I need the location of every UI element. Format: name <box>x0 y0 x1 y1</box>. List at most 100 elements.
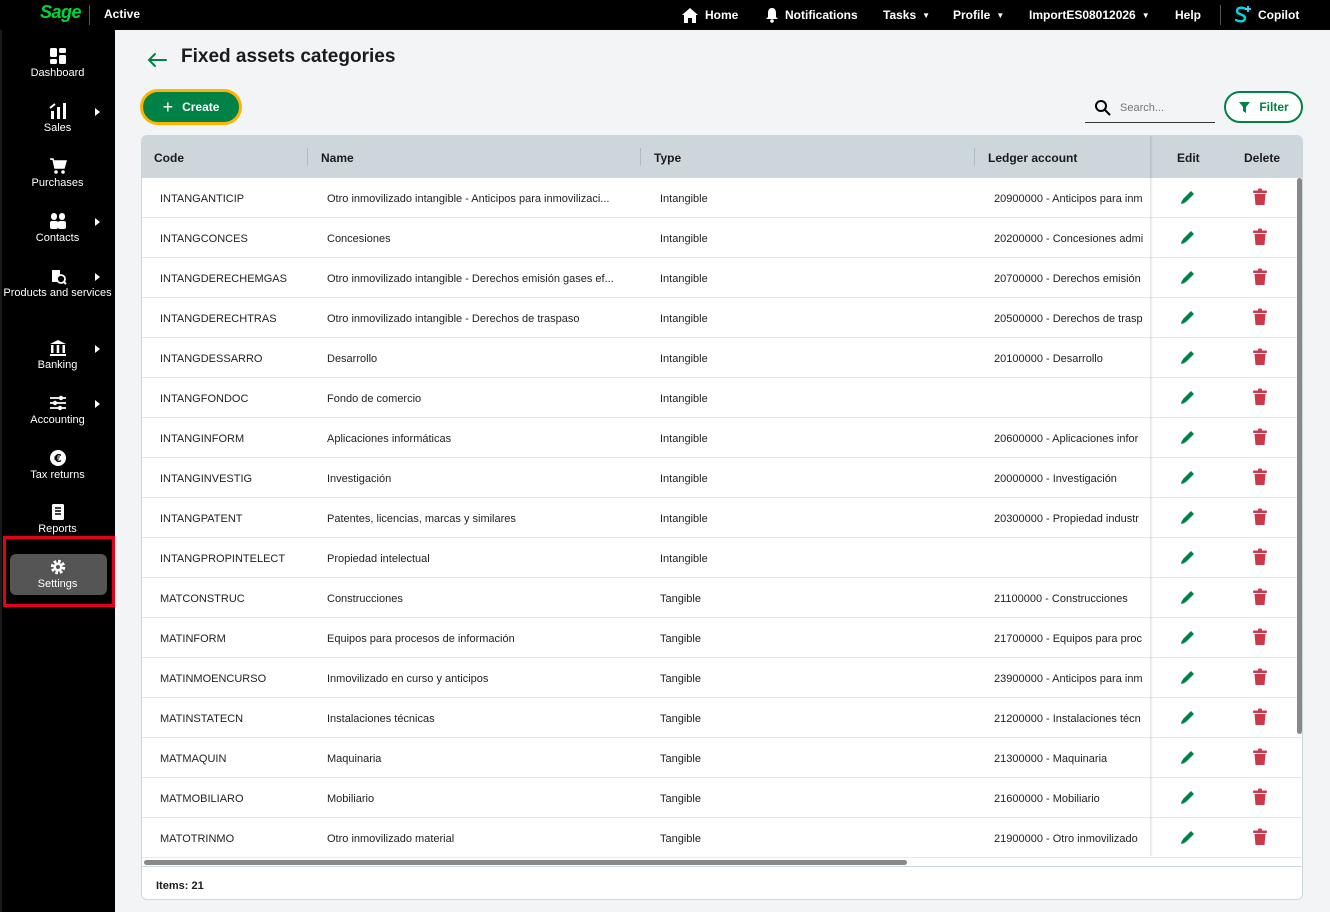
sidebar-item-label: Contacts <box>35 232 80 244</box>
sidebar-item-settings[interactable]: Settings <box>0 558 115 590</box>
delete-trash-icon[interactable] <box>1252 788 1268 806</box>
cart-icon <box>49 158 67 174</box>
table-row[interactable]: MATMAQUIN Maquinaria Tangible 21300000 - Ma… <box>142 738 1302 778</box>
edit-pencil-icon[interactable] <box>1179 548 1197 566</box>
table-row[interactable]: INTANGFONDOC Fondo de comercio Intangible <box>142 378 1302 418</box>
edit-pencil-icon[interactable] <box>1179 628 1197 646</box>
edit-pencil-icon[interactable] <box>1179 708 1197 726</box>
copilot-button[interactable]: Copilot <box>1234 0 1299 30</box>
sidebar-item-contacts[interactable]: Contacts <box>0 212 115 244</box>
edit-pencil-icon[interactable] <box>1179 388 1197 406</box>
delete-trash-icon[interactable] <box>1252 348 1268 366</box>
delete-trash-icon[interactable] <box>1252 468 1268 486</box>
search-field[interactable] <box>1085 93 1215 123</box>
sidebar-item-banking[interactable]: Banking <box>0 339 115 371</box>
delete-trash-icon[interactable] <box>1252 388 1268 406</box>
table-row[interactable]: INTANGDERECHTRAS Otro inmovilizado intang… <box>142 298 1302 338</box>
edit-pencil-icon[interactable] <box>1179 828 1197 846</box>
table-row[interactable]: MATINSTATECN Instalaciones técnicas Tangib… <box>142 698 1302 738</box>
filter-button[interactable]: Filter <box>1224 91 1303 123</box>
delete-trash-icon[interactable] <box>1252 628 1268 646</box>
table-row[interactable]: MATOTRINMO Otro inmovilizado material Tang… <box>142 818 1302 858</box>
edit-pencil-icon[interactable] <box>1179 748 1197 766</box>
vertical-scrollbar[interactable] <box>1297 178 1302 734</box>
search-input[interactable] <box>1120 101 1210 114</box>
delete-trash-icon[interactable] <box>1252 508 1268 526</box>
delete-trash-icon[interactable] <box>1252 228 1268 246</box>
delete-trash-icon[interactable] <box>1252 708 1268 726</box>
table-row[interactable]: MATMOBILIARO Mobiliario Tangible 21600000 -… <box>142 778 1302 818</box>
delete-trash-icon[interactable] <box>1252 748 1268 766</box>
sidebar-item-accounting[interactable]: Accounting <box>0 394 115 426</box>
cell-type: Intangible <box>660 433 708 445</box>
delete-trash-icon[interactable] <box>1252 268 1268 286</box>
edit-pencil-icon[interactable] <box>1179 228 1197 246</box>
table-footer: Items: 21 <box>142 866 1302 899</box>
tasks-menu[interactable]: Tasks ▼ <box>883 0 930 30</box>
cell-name: Desarrollo <box>327 353 378 365</box>
edit-pencil-icon[interactable] <box>1179 508 1197 526</box>
expand-arrow-icon <box>95 400 100 408</box>
header-code[interactable]: Code <box>154 151 184 165</box>
delete-trash-icon[interactable] <box>1252 668 1268 686</box>
cell-name: Otro inmovilizado intangible - Derechos … <box>327 313 580 325</box>
edit-pencil-icon[interactable] <box>1179 308 1197 326</box>
delete-trash-icon[interactable] <box>1252 308 1268 326</box>
table-row[interactable]: INTANGPROPINTELECT Propiedad intelectual I… <box>142 538 1302 578</box>
create-button[interactable]: + Create <box>140 89 242 125</box>
table-row[interactable]: INTANGDERECHEMGAS Otro inmovilizado intan… <box>142 258 1302 298</box>
delete-trash-icon[interactable] <box>1252 188 1268 206</box>
edit-pencil-icon[interactable] <box>1179 268 1197 286</box>
cell-name: Fondo de comercio <box>327 393 422 405</box>
edit-pencil-icon[interactable] <box>1179 668 1197 686</box>
sidebar-item-reports[interactable]: Reports <box>0 503 115 535</box>
table-row[interactable]: MATINFORM Equipos para procesos de inform… <box>142 618 1302 658</box>
delete-trash-icon[interactable] <box>1252 548 1268 566</box>
company-menu[interactable]: ImportES08012026 ▼ <box>1029 0 1150 30</box>
edit-pencil-icon[interactable] <box>1179 428 1197 446</box>
cell-type: Intangible <box>660 193 708 205</box>
home-link[interactable]: Home <box>681 0 738 30</box>
table-row[interactable]: INTANGPATENT Patentes, licencias, marcas … <box>142 498 1302 538</box>
header-type[interactable]: Type <box>654 151 681 165</box>
edit-pencil-icon[interactable] <box>1179 788 1197 806</box>
cell-type: Tangible <box>660 593 701 605</box>
edit-pencil-icon[interactable] <box>1179 348 1197 366</box>
table-row[interactable]: INTANGDESSARRO Desarrollo Intangible 201000… <box>142 338 1302 378</box>
edit-pencil-icon[interactable] <box>1179 468 1197 486</box>
help-link[interactable]: Help <box>1175 0 1201 30</box>
edit-pencil-icon[interactable] <box>1179 188 1197 206</box>
notifications-link[interactable]: Notifications <box>765 0 858 30</box>
column-divider[interactable] <box>640 148 641 166</box>
horizontal-scrollbar[interactable] <box>144 860 907 865</box>
cell-name: Construcciones <box>327 593 403 605</box>
sage-logo[interactable]: Sage <box>40 2 82 23</box>
sidebar-item-label: Settings <box>37 578 78 590</box>
back-arrow-icon[interactable] <box>146 50 168 70</box>
cell-ledger-account: 23900000 - Anticipos para inm <box>994 673 1143 685</box>
edit-pencil-icon[interactable] <box>1179 588 1197 606</box>
table-row[interactable]: MATCONSTRUC Construcciones Tangible 2110000… <box>142 578 1302 618</box>
table-row[interactable]: INTANGANTICIP Otro inmovilizado intangibl… <box>142 178 1302 218</box>
sidebar-item-products[interactable]: Products and services <box>0 267 115 299</box>
sidebar-item-purchases[interactable]: Purchases <box>0 157 115 189</box>
column-divider[interactable] <box>974 148 975 166</box>
delete-trash-icon[interactable] <box>1252 588 1268 606</box>
contacts-icon <box>49 213 66 229</box>
table-row[interactable]: INTANGINVESTIG Investigación Intangible 200… <box>142 458 1302 498</box>
profile-label: Profile <box>953 8 991 22</box>
cell-ledger-account: 21100000 - Construcciones <box>994 593 1128 605</box>
sidebar-item-dashboard[interactable]: Dashboard <box>0 47 115 79</box>
header-ledger-account[interactable]: Ledger account <box>988 151 1077 165</box>
header-name[interactable]: Name <box>321 151 354 165</box>
sidebar-item-tax-returns[interactable]: € Tax returns <box>0 449 115 481</box>
delete-trash-icon[interactable] <box>1252 828 1268 846</box>
table-row[interactable]: INTANGCONCES Concesiones Intangible 2020000… <box>142 218 1302 258</box>
table-row[interactable]: INTANGINFORM Aplicaciones informáticas Int… <box>142 418 1302 458</box>
profile-menu[interactable]: Profile ▼ <box>953 0 1004 30</box>
table-row[interactable]: MATINMOENCURSO Inmovilizado en curso y an… <box>142 658 1302 698</box>
search-icon <box>1095 99 1111 116</box>
sidebar-item-sales[interactable]: Sales <box>0 102 115 134</box>
delete-trash-icon[interactable] <box>1252 428 1268 446</box>
column-divider[interactable] <box>307 148 308 166</box>
